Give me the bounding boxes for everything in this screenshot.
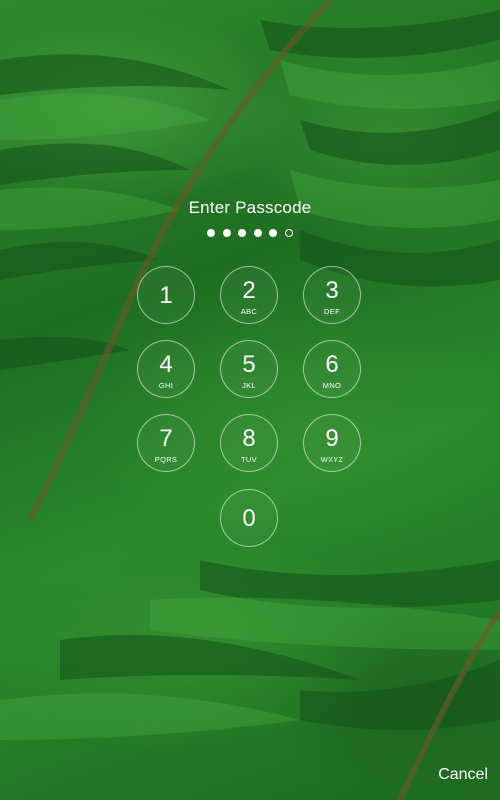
keypad-key-4[interactable]: 4 GHI [137, 340, 195, 398]
fern-leaf-illustration [0, 0, 500, 800]
key-digit: 1 [159, 282, 173, 309]
key-digit: 8 [242, 425, 256, 452]
key-digit: 6 [325, 351, 339, 378]
passcode-dot-filled [238, 229, 247, 237]
keypad-key-8[interactable]: 8 TUV [220, 414, 278, 472]
keypad-key-6[interactable]: 6 MNO [303, 340, 361, 398]
passcode-title: Enter Passcode [188, 198, 312, 217]
keypad-key-5[interactable]: 5 JKL [220, 340, 278, 398]
key-letters: PQRS [154, 455, 178, 464]
keypad-key-2[interactable]: 2 ABC [220, 266, 278, 324]
cancel-button[interactable]: Cancel [438, 766, 488, 784]
passcode-dot-filled [222, 229, 231, 237]
keypad-key-3[interactable]: 3 DEF [303, 266, 361, 324]
key-letters: MNO [322, 381, 342, 390]
key-letters: ABC [240, 307, 258, 316]
passcode-dot-filled [269, 229, 278, 237]
key-digit: 3 [325, 277, 339, 304]
key-digit: 0 [242, 505, 256, 532]
key-letters: TUV [241, 455, 257, 464]
key-letters: WXYZ [320, 455, 344, 464]
keypad-key-0[interactable]: 0 [220, 489, 278, 547]
key-digit: 4 [159, 351, 173, 378]
key-digit: 7 [159, 425, 173, 452]
passcode-dot-filled [253, 229, 262, 237]
keypad-key-9[interactable]: 9 WXYZ [303, 414, 361, 472]
key-letters: JKL [242, 381, 256, 390]
keypad-key-7[interactable]: 7 PQRS [137, 414, 195, 472]
keypad-key-1[interactable]: 1 [137, 266, 195, 324]
key-letters: DEF [324, 307, 340, 316]
passcode-dot-filled [207, 229, 216, 237]
key-digit: 9 [325, 425, 339, 452]
passcode-dots [0, 229, 500, 241]
key-digit: 2 [242, 277, 256, 304]
key-digit: 5 [242, 351, 256, 378]
wallpaper-background [0, 0, 500, 800]
passcode-dot-empty [284, 229, 293, 237]
key-letters: GHI [158, 381, 174, 390]
